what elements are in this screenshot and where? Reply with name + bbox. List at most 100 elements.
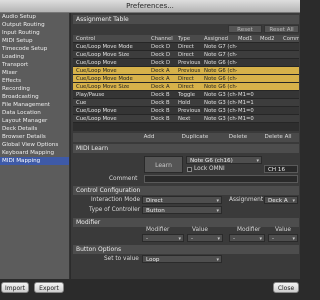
column-header-comment[interactable]: Comm [283, 35, 299, 43]
modifier-a-dropdown[interactable]: - ▾ [142, 234, 184, 242]
import-button[interactable]: Import [1, 282, 29, 293]
cell-type: Previous [178, 68, 201, 74]
column-header-channel[interactable]: Channel [151, 35, 177, 43]
column-header-control[interactable]: Control [76, 35, 150, 43]
column-header-mod2[interactable]: Mod2 [260, 35, 282, 43]
reset-all-button[interactable]: Reset All [264, 25, 299, 33]
cell-type: Direct [178, 52, 194, 58]
cell-control: Cue/Loop Move Size [76, 84, 130, 90]
cell-channel: Deck B [151, 116, 170, 122]
footer-bar: Import Export Close [0, 279, 300, 300]
table-row-selected[interactable]: Cue/Loop Move Deck A Previous Note G6 (c… [73, 67, 299, 75]
sidebar-item-midi-mapping[interactable]: MIDI Mapping [0, 157, 69, 165]
assignment-label: Assignment [229, 197, 264, 203]
chevron-down-icon: ▾ [256, 158, 259, 164]
cell-channel: Deck D [151, 44, 171, 50]
export-button[interactable]: Export [34, 282, 64, 293]
cell-control: Cue/Loop Move Mode [76, 76, 133, 82]
table-row[interactable]: Cue/Loop Move Size Deck D Direct Note G7… [73, 51, 299, 59]
table-row-selected[interactable]: Cue/Loop Move Mode Deck A Direct Note G6… [73, 75, 299, 83]
cell-assigned: Note G3 (ch- [204, 108, 237, 114]
modifier-column-label: Modifier [237, 227, 261, 233]
add-button[interactable]: Add [129, 133, 169, 142]
sidebar-item-loading[interactable]: Loading [0, 53, 69, 61]
sidebar-item-transport[interactable]: Transport [0, 61, 69, 69]
cell-control: Cue/Loop Move [76, 68, 117, 74]
sidebar-item-global-view-options[interactable]: Global View Options [0, 141, 69, 149]
comment-label: Comment [109, 176, 138, 182]
cell-mod1: M1=0 [238, 116, 254, 122]
note-value: Note G6 (ch16) [190, 158, 233, 164]
table-row[interactable]: Cue/Loop Move Deck D Previous Note G6 (c… [73, 59, 299, 67]
sidebar-item-data-location[interactable]: Data Location [0, 109, 69, 117]
sidebar-item-effects[interactable]: Effects [0, 77, 69, 85]
cell-type: Previous [178, 60, 201, 66]
interaction-mode-dropdown[interactable]: Direct ▾ [142, 196, 222, 204]
value-a-dropdown[interactable]: - ▾ [187, 234, 223, 242]
chevron-down-icon: ▾ [216, 208, 219, 214]
cell-channel: Deck B [151, 92, 170, 98]
type-of-controller-value: Button [146, 208, 165, 214]
lock-omni-label: Lock OMNI [194, 166, 225, 172]
assignment-table: Control Channel Type Assigned Mod1 Mod2 … [73, 35, 299, 131]
set-to-value-dropdown[interactable]: Loop ▾ [142, 255, 222, 263]
cell-control: Cue/Loop Move [76, 108, 117, 114]
sidebar-item-mixer[interactable]: Mixer [0, 69, 69, 77]
title-bar: Preferences... [0, 0, 300, 13]
chevron-down-icon: ▾ [216, 257, 219, 263]
value-a-value: - [191, 236, 194, 242]
table-row[interactable]: Play/Pause Deck B Toggle Note G3 (ch- M1… [73, 91, 299, 99]
channel-field[interactable]: CH 16 [264, 165, 298, 173]
table-row[interactable]: Cue/Loop Move Deck B Previous Note G3 (c… [73, 107, 299, 115]
delete-button[interactable]: Delete [221, 133, 255, 142]
sidebar-item-broadcasting[interactable]: Broadcasting [0, 93, 69, 101]
comment-input[interactable] [144, 175, 298, 183]
sidebar-item-input-routing[interactable]: Input Routing [0, 29, 69, 37]
table-row-selected[interactable]: Cue/Loop Move Size Deck A Direct Note G6… [73, 83, 299, 91]
button-options-header: Button Options [73, 245, 299, 254]
table-row[interactable]: Cue/Loop Move Mode Deck D Direct Note G7… [73, 43, 299, 51]
chevron-down-icon: ▾ [259, 236, 262, 242]
table-row[interactable]: Cue Deck B Hold Note G3 (ch- M1=1 [73, 99, 299, 107]
type-of-controller-dropdown[interactable]: Button ▾ [142, 206, 222, 214]
close-button[interactable]: Close [273, 282, 299, 293]
column-header-mod1[interactable]: Mod1 [238, 35, 259, 43]
sidebar-item-layout-manager[interactable]: Layout Manager [0, 117, 69, 125]
interaction-mode-value: Direct [146, 198, 163, 204]
cell-type: Previous [178, 108, 201, 114]
cell-control: Cue/Loop Move Size [76, 52, 130, 58]
sidebar-item-timecode-setup[interactable]: Timecode Setup [0, 45, 69, 53]
sidebar-item-recording[interactable]: Recording [0, 85, 69, 93]
window-title: Preferences... [126, 2, 174, 10]
chevron-down-icon: ▾ [217, 236, 220, 242]
sidebar-item-audio-setup[interactable]: Audio Setup [0, 13, 69, 21]
cell-channel: Deck A [151, 84, 170, 90]
duplicate-button[interactable]: Duplicate [173, 133, 217, 142]
reset-button[interactable]: Reset [228, 25, 262, 33]
value-b-dropdown[interactable]: - ▾ [268, 234, 298, 242]
lock-omni-checkbox[interactable] [187, 167, 192, 172]
assignment-dropdown[interactable]: Deck A ▾ [264, 196, 298, 204]
learn-button[interactable]: Learn [144, 156, 183, 173]
column-header-type[interactable]: Type [178, 35, 203, 43]
value-column-label: Value [192, 227, 208, 233]
sidebar-item-midi-setup[interactable]: MIDI Setup [0, 37, 69, 45]
sidebar-item-output-routing[interactable]: Output Routing [0, 21, 69, 29]
sidebar-item-deck-details[interactable]: Deck Details [0, 125, 69, 133]
column-header-assigned[interactable]: Assigned [204, 35, 237, 43]
sidebar-item-keyboard-mapping[interactable]: Keyboard Mapping [0, 149, 69, 157]
table-row[interactable]: Cue/Loop Move Deck B Next Note G3 (ch- M… [73, 115, 299, 123]
sidebar-item-file-management[interactable]: File Management [0, 101, 69, 109]
cell-channel: Deck B [151, 108, 170, 114]
modifier-column-label: Modifier [146, 227, 170, 233]
delete-all-button[interactable]: Delete All [257, 133, 299, 142]
note-dropdown[interactable]: Note G6 (ch16) ▾ [186, 156, 262, 164]
modifier-b-dropdown[interactable]: - ▾ [229, 234, 265, 242]
cell-assigned: Note G7 (ch- [204, 44, 237, 50]
table-header-row: Control Channel Type Assigned Mod1 Mod2 … [73, 35, 299, 43]
cell-assigned: Note G6 (ch- [204, 60, 237, 66]
control-configuration-header: Control Configuration [73, 186, 299, 195]
cell-type: Direct [178, 44, 194, 50]
cell-mod1: M1=1 [238, 100, 254, 106]
sidebar-item-browser-details[interactable]: Browser Details [0, 133, 69, 141]
